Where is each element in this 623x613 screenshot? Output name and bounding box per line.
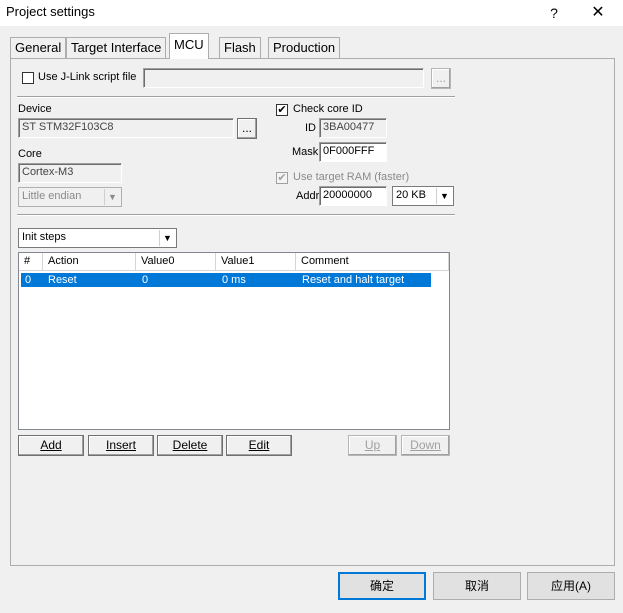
column-header-value0[interactable]: Value0 (136, 253, 216, 271)
cell-value0: 0 (142, 274, 149, 286)
tab-production[interactable]: Production (268, 37, 341, 58)
add-button[interactable]: Add (18, 435, 84, 456)
chevron-down-icon: ▼ (436, 188, 452, 204)
core-id-label: ID (305, 122, 316, 134)
script-file-checkbox[interactable] (22, 72, 34, 84)
tab-target-interface[interactable]: Target Interface (66, 37, 167, 58)
separator-middle (17, 214, 455, 216)
cell-comment: Reset and halt target (302, 274, 405, 286)
table-row[interactable]: 0 Reset 0 0 ms Reset and halt target (21, 273, 431, 287)
ok-button[interactable]: 确定 (338, 572, 426, 600)
close-icon[interactable]: ✕ (580, 0, 616, 26)
cell-action: Reset (48, 274, 77, 286)
ram-size-value: 20 KB (396, 189, 426, 201)
mask-label: Mask (292, 146, 319, 158)
check-core-id-checkbox[interactable]: ✔ (276, 104, 288, 116)
device-browse-button[interactable]: ... (237, 118, 257, 139)
column-header-num[interactable]: # (19, 253, 43, 271)
addr-input[interactable]: 20000000 (319, 186, 387, 206)
edit-button[interactable]: Edit (226, 435, 292, 456)
cancel-button[interactable]: 取消 (433, 572, 521, 600)
column-header-comment[interactable]: Comment (296, 253, 449, 271)
delete-button[interactable]: Delete (157, 435, 223, 456)
chevron-down-icon: ▼ (104, 189, 120, 205)
check-core-id-label: Check core ID (293, 103, 363, 115)
down-button-label: Down (410, 438, 441, 452)
tab-general[interactable]: General (10, 37, 67, 58)
apply-button[interactable]: 应用(A) (527, 572, 615, 600)
help-icon[interactable]: ? (540, 0, 568, 26)
add-button-label: Add (40, 438, 62, 452)
script-file-input[interactable] (143, 68, 424, 88)
insert-button[interactable]: Insert (88, 435, 154, 456)
insert-button-label: Insert (105, 438, 136, 452)
mask-input[interactable]: 0F000FFF (319, 142, 387, 162)
script-file-browse-button[interactable]: ... (431, 68, 451, 89)
init-steps-table[interactable]: # Action Value0 Value1 Comment 0 Reset 0… (18, 252, 450, 430)
tab-flash[interactable]: Flash (219, 37, 261, 58)
script-file-label: Use J-Link script file (38, 71, 137, 83)
target-ram-label: Use target RAM (faster) (293, 171, 410, 183)
cell-value1: 0 ms (222, 274, 246, 286)
chevron-down-icon: ▼ (159, 230, 175, 246)
device-field: ST STM32F103C8 (18, 118, 234, 138)
init-steps-value: Init steps (22, 231, 67, 243)
edit-button-label: Edit (248, 438, 270, 452)
column-header-action[interactable]: Action (43, 253, 136, 271)
core-field: Cortex-M3 (18, 163, 122, 183)
column-header-value1[interactable]: Value1 (216, 253, 296, 271)
separator-top (17, 96, 455, 98)
ram-size-select[interactable]: 20 KB ▼ (392, 186, 454, 206)
up-button: Up (348, 435, 397, 456)
addr-label: Addr (296, 190, 320, 202)
init-steps-select[interactable]: Init steps ▼ (18, 228, 177, 248)
cell-num: 0 (25, 274, 32, 286)
endian-select: Little endian ▼ (18, 187, 122, 207)
target-ram-checkbox: ✔ (276, 172, 288, 184)
endian-value: Little endian (22, 190, 82, 202)
up-button-label: Up (364, 438, 381, 452)
core-label: Core (18, 148, 42, 160)
down-button: Down (401, 435, 450, 456)
tab-mcu[interactable]: MCU (169, 33, 209, 59)
window-title: Project settings (6, 4, 95, 19)
delete-button-label: Delete (172, 438, 208, 452)
core-id-field: 3BA00477 (319, 118, 387, 138)
device-label: Device (18, 103, 52, 115)
